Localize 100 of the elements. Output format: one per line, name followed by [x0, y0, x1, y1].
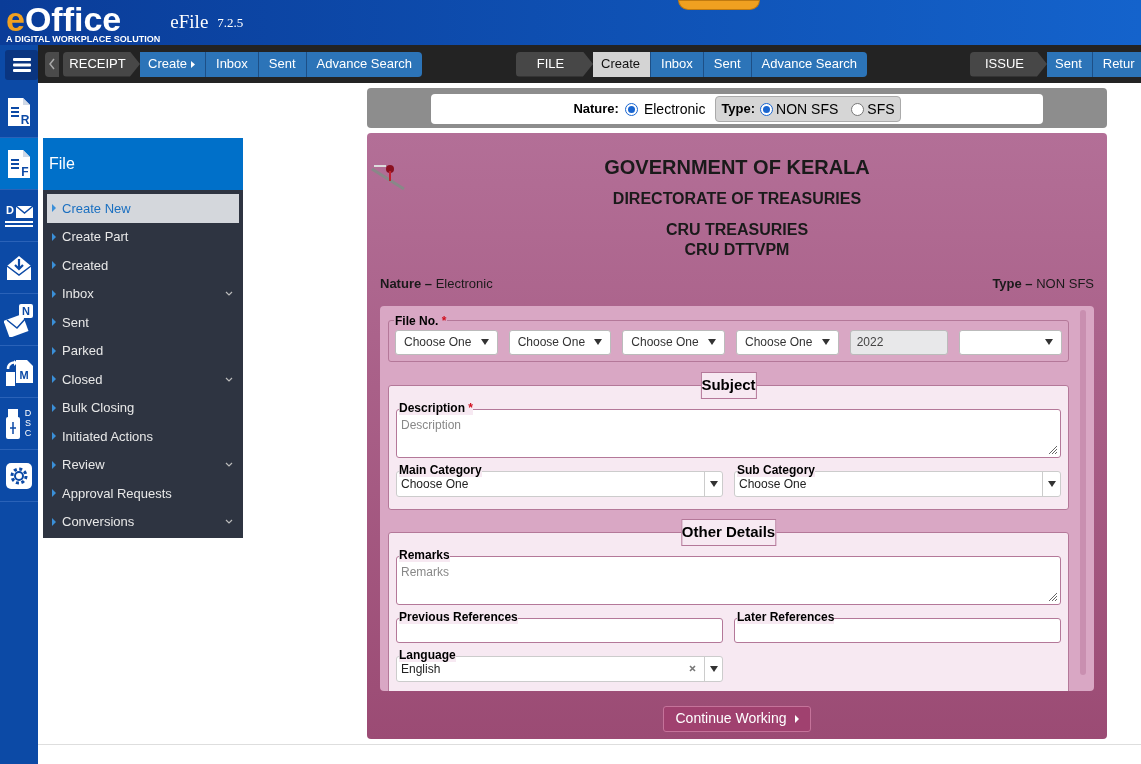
sidebar-item[interactable]: N: [0, 294, 38, 346]
emblem-drawing: [370, 163, 406, 191]
nav-tab[interactable]: Inbox: [205, 51, 258, 77]
field-label: Sub Category: [737, 463, 815, 477]
settings-icon[interactable]: [6, 462, 32, 489]
field-label: File No. *: [394, 312, 448, 330]
year-field: 2022: [849, 329, 949, 355]
sidebar-item[interactable]: F: [0, 138, 38, 190]
menu-item[interactable]: Parked: [47, 336, 239, 365]
document-icon[interactable]: R: [5, 96, 33, 127]
nav-tab[interactable]: Advance Search: [750, 51, 867, 77]
field-label: Main Category: [399, 463, 482, 477]
logo-tagline: A DIGITAL WORKPLACE SOLUTION: [6, 33, 161, 44]
file-number-dropdown[interactable]: Choose One: [395, 329, 498, 355]
menu-item[interactable]: Inbox: [47, 279, 239, 308]
field-label: Description *: [399, 401, 474, 415]
menu-item[interactable]: Initiated Actions: [47, 422, 239, 451]
menu-item[interactable]: Review: [47, 450, 239, 479]
nav-tab[interactable]: Sent: [257, 51, 306, 77]
resize-handle-icon: [1048, 591, 1058, 602]
caret-icon: [52, 517, 56, 526]
caret-icon: [1047, 480, 1056, 487]
logo-wordmark: Office: [24, 3, 122, 34]
menu-button[interactable]: [5, 50, 38, 80]
nav-tab[interactable]: Sent: [702, 51, 751, 77]
nav-tab[interactable]: Retur: [1091, 51, 1141, 77]
caret-icon: [52, 204, 56, 213]
caret-icon: [480, 339, 489, 345]
sidebar-item[interactable]: D: [0, 190, 38, 242]
clear-icon[interactable]: [689, 665, 696, 672]
field-label: Later References: [737, 610, 835, 624]
resize-handle-icon: [1048, 444, 1058, 455]
chevron-down-icon: [225, 519, 233, 525]
chevron-down-icon: [225, 376, 233, 382]
menu-item[interactable]: Bulk Closing: [47, 393, 239, 422]
radio-button[interactable]: [851, 102, 865, 116]
option-label: NON SFS: [776, 99, 839, 119]
caret-icon: [52, 261, 56, 270]
field-label: Language: [399, 648, 456, 662]
caret-icon: [52, 318, 56, 327]
sidebar-item[interactable]: R: [0, 86, 38, 138]
field-label: Previous References: [399, 610, 518, 624]
heading: CRU TREASURIES: [664, 220, 810, 240]
heading: CRU DTTVPM: [683, 240, 791, 260]
heading: DIRECTORATE OF TREASURIES: [611, 189, 863, 209]
radio-button[interactable]: [624, 102, 638, 116]
file-number-dropdown[interactable]: Choose One: [622, 329, 725, 355]
sidebar-item[interactable]: DSC: [0, 398, 38, 450]
section-title: Subject: [700, 371, 757, 399]
document-icon[interactable]: F: [5, 148, 33, 179]
file-number-dropdown[interactable]: Choose One: [508, 329, 612, 355]
caret-icon: [52, 432, 56, 441]
version-label: 7.2.5: [217, 13, 244, 32]
envelope-download-icon[interactable]: [5, 253, 33, 282]
section-label: FILE: [516, 51, 593, 77]
scroll-left-button[interactable]: [45, 51, 59, 77]
field-label: Remarks: [399, 548, 450, 562]
continue-working-button[interactable]: Continue Working: [663, 705, 811, 732]
file-number-dropdown[interactable]: Choose One: [736, 329, 839, 355]
caret-icon: [52, 489, 56, 498]
chevron-down-icon: [225, 462, 233, 468]
menu-item[interactable]: Created: [47, 251, 239, 280]
chevron-left-icon: [49, 58, 55, 70]
menu-item[interactable]: Create Part: [47, 222, 239, 251]
app-name: eFile: [170, 10, 209, 35]
chevron-down-icon: [225, 291, 233, 297]
caret-icon: [52, 403, 56, 412]
menu-item[interactable]: Approval Requests: [47, 479, 239, 508]
nature-label: Nature:: [573, 100, 619, 119]
section-title: Other Details: [680, 518, 777, 546]
nav-tab[interactable]: Sent: [1047, 51, 1092, 77]
radio-button[interactable]: [760, 102, 774, 116]
caret-icon: [709, 665, 718, 672]
caret-icon: [52, 460, 56, 469]
menu-item[interactable]: Closed: [47, 365, 239, 394]
option-label: Electronic: [643, 99, 706, 119]
caret-icon: [52, 346, 56, 355]
pull-down-tab[interactable]: [678, 0, 760, 10]
menu-icon: [12, 58, 31, 72]
menu-item[interactable]: Create New: [47, 194, 239, 223]
caret-icon: [191, 60, 196, 68]
caret-icon: [594, 339, 603, 345]
nav-tab[interactable]: Create: [593, 51, 651, 77]
section-label: ISSUE: [970, 51, 1047, 77]
caret-icon: [794, 714, 799, 723]
nav-tab[interactable]: Create: [140, 51, 206, 77]
nature-summary: Nature – Electronic: [380, 275, 493, 293]
caret-icon: [1045, 339, 1054, 345]
caret-icon: [52, 375, 56, 384]
caret-icon: [821, 339, 830, 345]
caret-icon: [52, 289, 56, 298]
menu-item[interactable]: Conversions: [47, 507, 239, 536]
scrollbar[interactable]: [1080, 309, 1086, 675]
nav-tab[interactable]: Inbox: [650, 51, 703, 77]
caret-icon: [52, 232, 56, 241]
caret-icon: [708, 339, 716, 345]
logo-initial: e: [6, 3, 25, 34]
menu-item[interactable]: Sent: [47, 308, 239, 337]
nav-tab[interactable]: Advance Search: [305, 51, 422, 77]
sidebar-item[interactable]: M: [0, 346, 38, 398]
